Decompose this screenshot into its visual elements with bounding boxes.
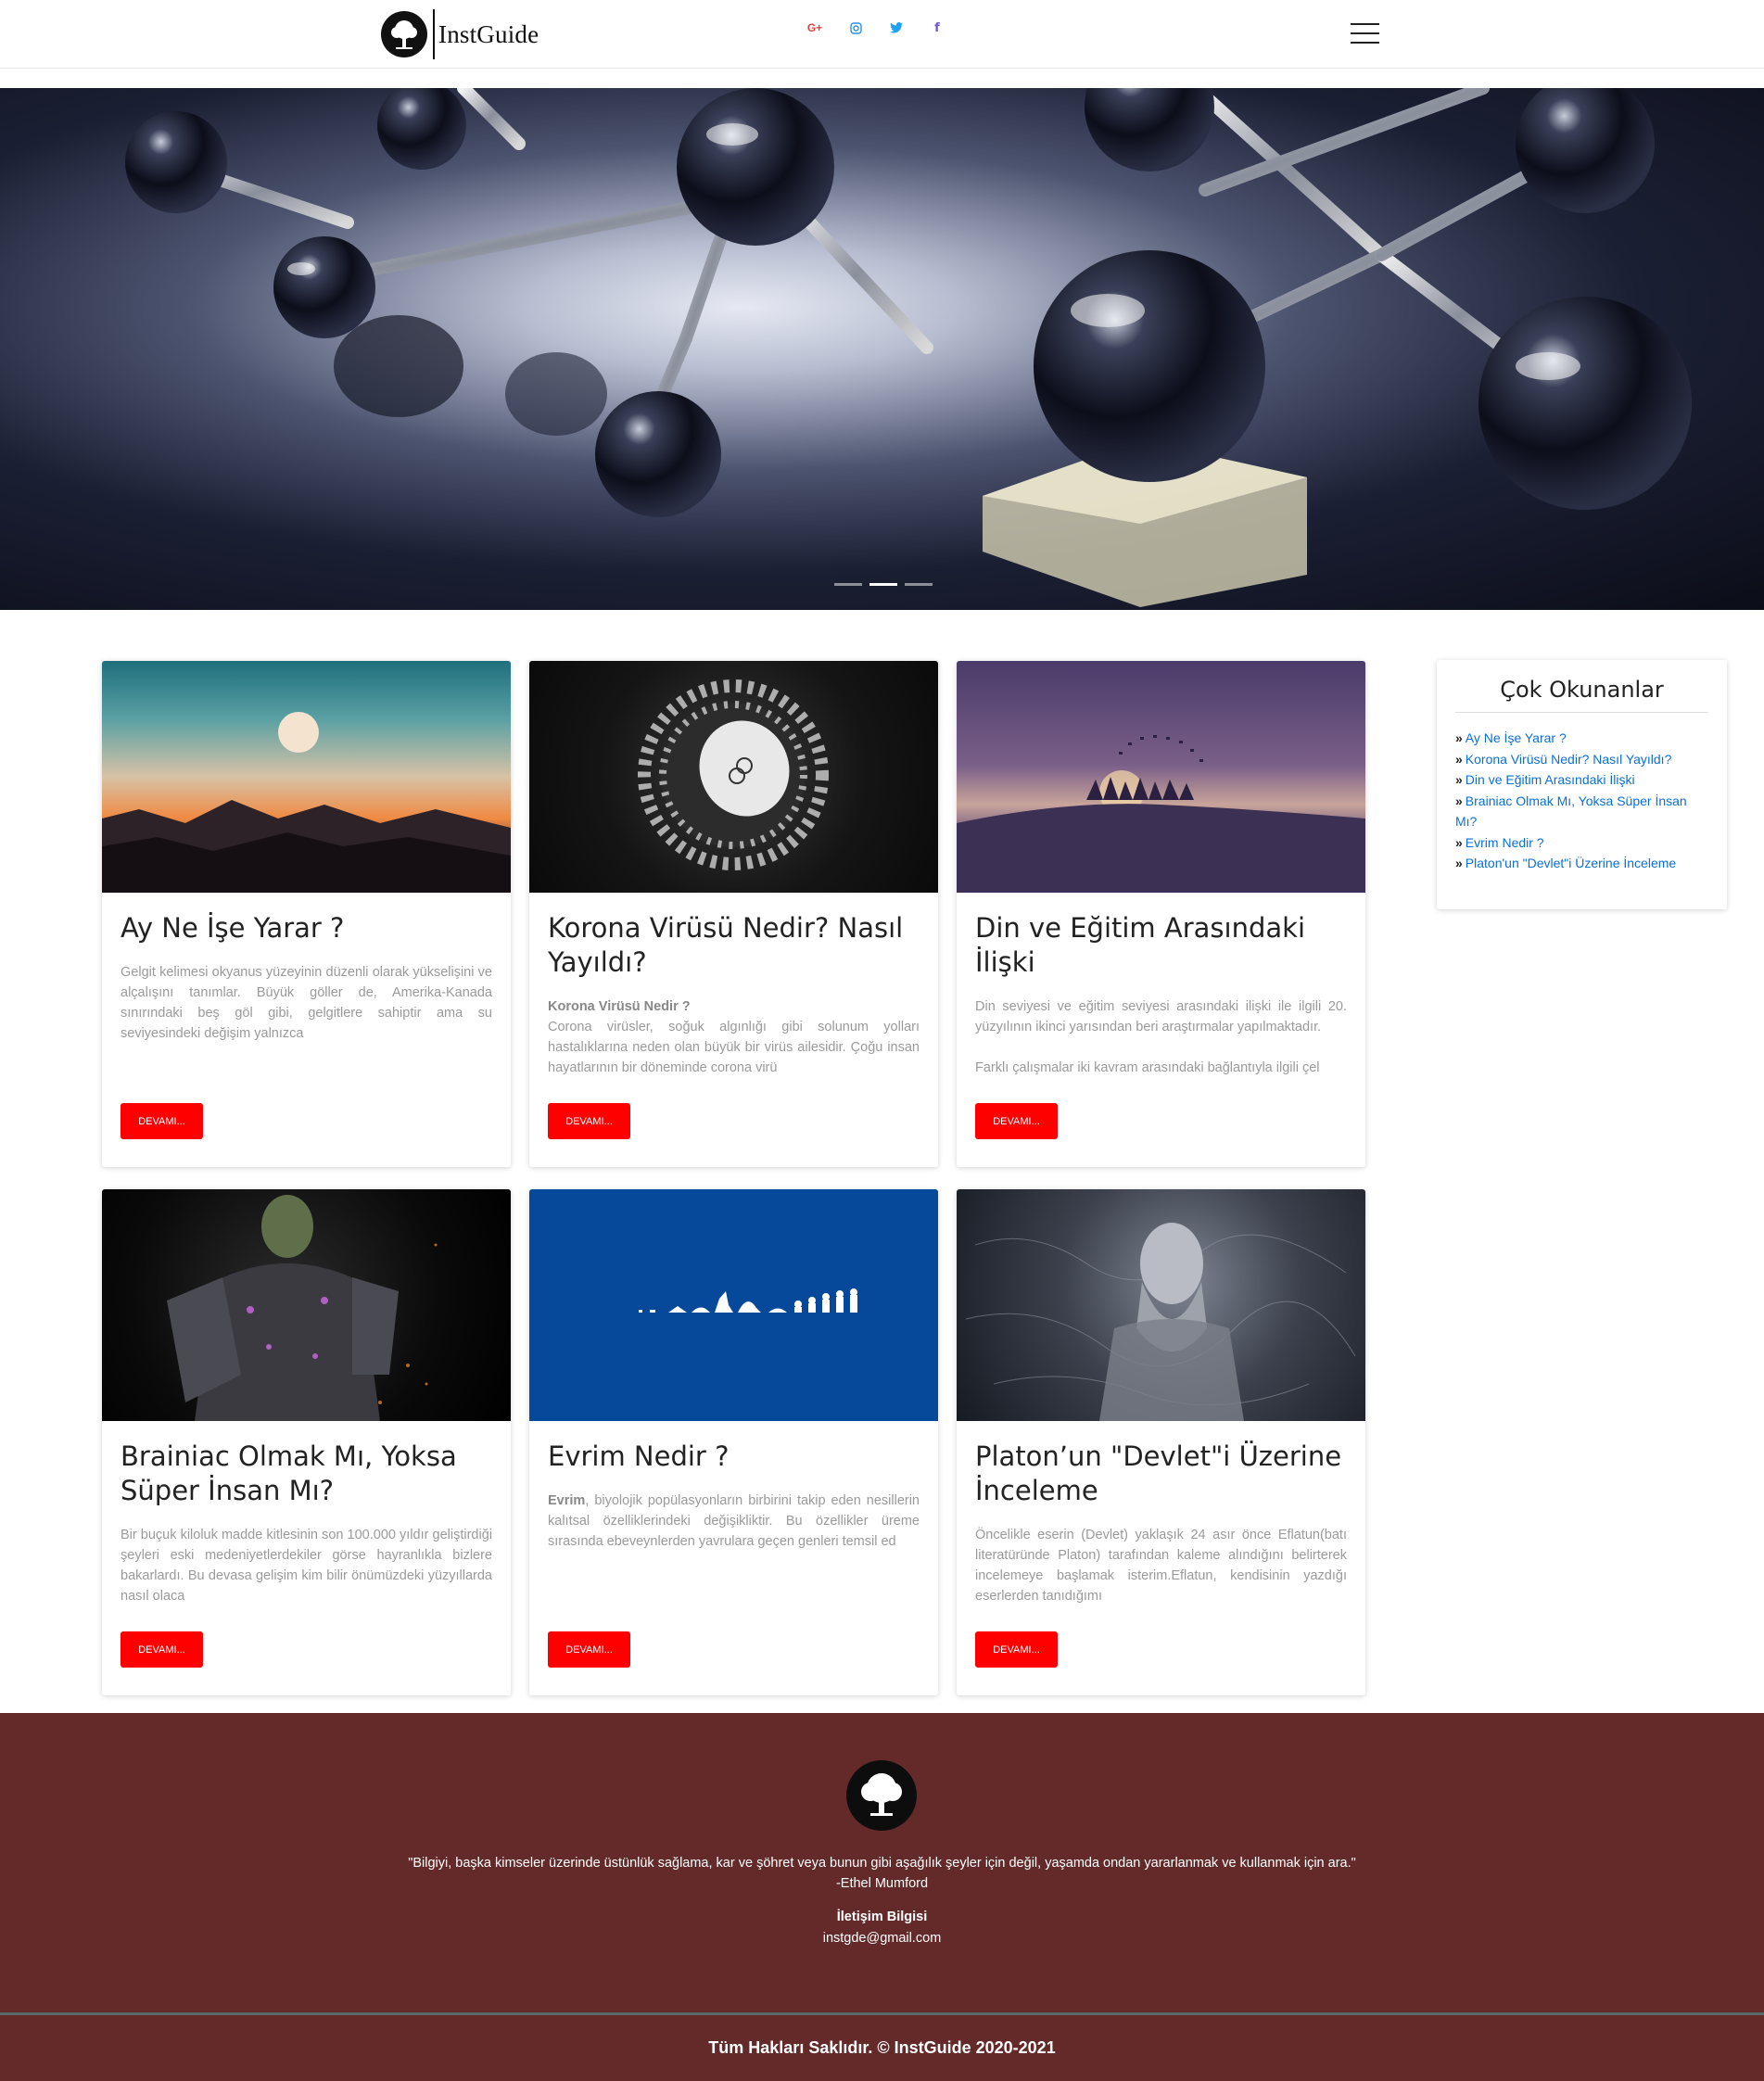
double-chevron-right-icon: » [1455, 772, 1463, 787]
popular-post-label: Evrim Nedir ? [1465, 834, 1544, 850]
social-links: G+ f [806, 19, 946, 37]
brainiac-image [102, 1189, 511, 1421]
molecule-image [125, 88, 1692, 607]
contact-title: İletişim Bilgisi [836, 1910, 928, 1924]
contact-email[interactable]: instgde@gmail.com [0, 1931, 1764, 1946]
card-subtitle: Evrim [548, 1493, 586, 1508]
card-subtitle: Korona Virüsü Nedir ? [548, 999, 691, 1014]
brand[interactable]: InstGuide [381, 9, 539, 59]
read-more-button[interactable]: DEVAMI... [121, 1631, 203, 1668]
card-title[interactable]: Ay Ne İşe Yarar ? [121, 911, 492, 945]
double-chevron-right-icon: » [1455, 856, 1463, 870]
facebook-icon[interactable]: f [928, 19, 946, 37]
sidebar-title: Çok Okunanlar [1455, 677, 1708, 713]
popular-post-label: Korona Virüsü Nedir? Nasıl Yayıldı? [1465, 751, 1672, 767]
brand-name: InstGuide [438, 19, 539, 48]
popular-posts-widget: Çok Okunanlar » Ay Ne İşe Yarar ? » Korona… [1437, 660, 1727, 909]
evolution-image [529, 1189, 938, 1421]
card-title[interactable]: Din ve Eğitim Arasındaki İlişki [975, 911, 1347, 980]
double-chevron-right-icon: » [1455, 793, 1463, 808]
popular-post-link[interactable]: » Platon'un "Devlet"i Üzerine İnceleme [1455, 853, 1708, 874]
card-excerpt: Evrim, biyolojik popülasyonların birbiri… [548, 1491, 920, 1552]
virus-image [529, 661, 938, 893]
navbar: InstGuide G+ f [0, 0, 1764, 69]
article-card[interactable]: Din ve Eğitim Arasındaki İlişki Din sevi… [957, 661, 1365, 1167]
instagram-icon[interactable] [846, 19, 865, 37]
read-more-button[interactable]: DEVAMI... [548, 1103, 630, 1139]
popular-post-link[interactable]: » Din ve Eğitim Arasındaki İlişki [1455, 769, 1708, 791]
card-excerpt-2: Farklı çalışmalar iki kavram arasındaki … [975, 1060, 1320, 1075]
popular-post-link[interactable]: » Evrim Nedir ? [1455, 832, 1708, 854]
menu-toggle-button[interactable] [1351, 23, 1379, 45]
card-excerpt: Korona Virüsü Nedir ? Corona virüsler, so… [548, 996, 920, 1078]
carousel-indicator-2[interactable] [869, 583, 897, 586]
card-excerpt: Din seviyesi ve eğitim seviyesi arasında… [975, 999, 1347, 1034]
popular-post-label: Brainiac Olmak Mı, Yoksa Süper İnsan Mı? [1455, 793, 1687, 830]
menu-bar [1351, 32, 1379, 34]
popular-post-label: Din ve Eğitim Arasındaki İlişki [1465, 772, 1635, 787]
footer-quote: "Bilgiyi, başka kimseler üzerinde üstünl… [0, 1853, 1764, 1894]
article-card[interactable]: Evrim Nedir ? Evrim, biyolojik popülasyo… [529, 1189, 938, 1695]
article-card[interactable]: Korona Virüsü Nedir? Nasıl Yayıldı? Koro… [529, 661, 938, 1167]
double-chevron-right-icon: » [1455, 834, 1463, 850]
carousel-indicator-3[interactable] [905, 583, 933, 586]
card-title[interactable]: Platon’un "Devlet"i Üzerine İnceleme [975, 1440, 1347, 1508]
footer-divider [0, 2012, 1764, 2015]
hero-carousel[interactable] [0, 88, 1764, 610]
card-excerpt-text: , biyolojik popülasyonların birbirini ta… [548, 1493, 920, 1549]
graduation-image [957, 661, 1365, 893]
card-title[interactable]: Korona Virüsü Nedir? Nasıl Yayıldı? [548, 911, 920, 980]
popular-post-label: Ay Ne İşe Yarar ? [1465, 730, 1567, 745]
popular-post-link[interactable]: » Korona Virüsü Nedir? Nasıl Yayıldı? [1455, 749, 1708, 770]
read-more-button[interactable]: DEVAMI... [548, 1631, 630, 1668]
card-excerpt: Öncelikle eserin (Devlet) yaklaşık 24 as… [975, 1528, 1347, 1604]
card-excerpt: Bir buçuk kiloluk madde kitlesinin son 1… [121, 1528, 492, 1604]
popular-post-link[interactable]: » Brainiac Olmak Mı, Yoksa Süper İnsan Mı… [1455, 791, 1708, 832]
card-excerpt-text: Corona virüsler, soğuk algınlığı gibi so… [548, 1020, 920, 1075]
menu-bar [1351, 42, 1379, 44]
moon-sunset-image [102, 661, 511, 893]
footer: "Bilgiyi, başka kimseler üzerinde üstünl… [0, 1713, 1764, 2081]
article-card[interactable]: Brainiac Olmak Mı, Yoksa Süper İnsan Mı?… [102, 1189, 511, 1695]
double-chevron-right-icon: » [1455, 730, 1463, 745]
card-excerpt: Gelgit kelimesi okyanus yüzeyinin düzenl… [121, 965, 492, 1041]
brand-separator [433, 9, 435, 59]
copyright: Tüm Hakları Saklıdır. © InstGuide 2020-2… [708, 2038, 1056, 2057]
menu-bar [1351, 23, 1379, 25]
read-more-button[interactable]: DEVAMI... [975, 1103, 1058, 1139]
popular-post-link[interactable]: » Ay Ne İşe Yarar ? [1455, 728, 1708, 749]
tree-logo-icon [381, 11, 427, 57]
google-plus-icon[interactable]: G+ [806, 19, 824, 37]
quote-author: -Ethel Mumford [835, 1876, 929, 1891]
read-more-button[interactable]: DEVAMI... [121, 1103, 203, 1139]
carousel-indicators [834, 583, 933, 586]
quote-text: "Bilgiyi, başka kimseler üzerinde üstünl… [408, 1856, 1356, 1871]
double-chevron-right-icon: » [1455, 751, 1463, 767]
card-title[interactable]: Brainiac Olmak Mı, Yoksa Süper İnsan Mı? [121, 1440, 492, 1508]
article-card[interactable]: Platon’un "Devlet"i Üzerine İnceleme Önc… [957, 1189, 1365, 1695]
carousel-indicator-1[interactable] [834, 583, 862, 586]
read-more-button[interactable]: DEVAMI... [975, 1631, 1058, 1668]
platon-map-image [957, 1189, 1365, 1421]
article-card[interactable]: Ay Ne İşe Yarar ? Gelgit kelimesi okyanu… [102, 661, 511, 1167]
tree-logo-icon [846, 1760, 917, 1831]
card-title[interactable]: Evrim Nedir ? [548, 1440, 920, 1474]
twitter-icon[interactable] [887, 19, 906, 37]
popular-post-label: Platon'un "Devlet"i Üzerine İnceleme [1465, 856, 1677, 870]
